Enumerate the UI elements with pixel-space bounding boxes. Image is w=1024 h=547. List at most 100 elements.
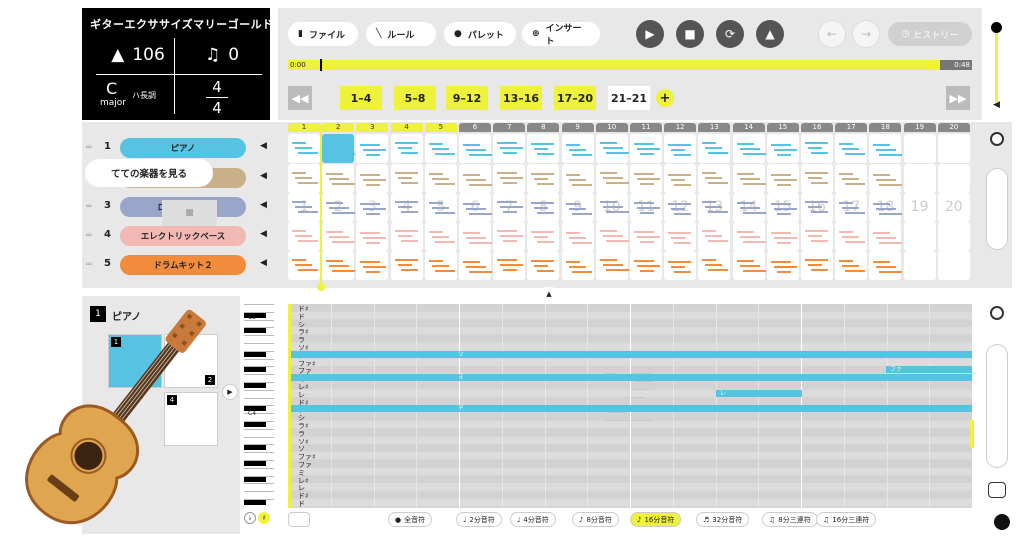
measure-cell[interactable] xyxy=(766,251,799,280)
duration-button[interactable]: ♩ 4分音符 xyxy=(510,512,556,527)
drag-handle-icon[interactable]: ═ xyxy=(86,231,96,241)
piano-keys-icon[interactable] xyxy=(288,512,310,527)
duration-button[interactable]: ♬ 32分音符 xyxy=(696,512,750,527)
measure-cell[interactable] xyxy=(390,222,423,251)
measure-cell[interactable] xyxy=(766,134,799,163)
palette-button[interactable]: ● パレット xyxy=(444,22,516,46)
measure-cell[interactable] xyxy=(903,222,936,251)
measure-cell[interactable] xyxy=(801,134,833,163)
range-next-button[interactable]: ▶▶ xyxy=(946,86,970,110)
measure-cell[interactable] xyxy=(561,134,594,163)
measure-cell[interactable] xyxy=(322,222,356,251)
measure-cell[interactable] xyxy=(801,222,833,251)
measure-tab-9[interactable]: 9 xyxy=(561,123,594,132)
measure-tab-3[interactable]: 3 xyxy=(356,123,389,132)
duration-button[interactable]: ♫ 16分三連符 xyxy=(816,512,877,527)
measure-cell[interactable] xyxy=(322,251,356,280)
playhead-knob[interactable] xyxy=(317,283,325,291)
measure-cell[interactable]: 1 xyxy=(288,193,320,222)
measure-cell[interactable] xyxy=(595,251,629,280)
measure-cell[interactable] xyxy=(459,222,492,251)
measure-cell[interactable] xyxy=(356,251,389,280)
measure-cell[interactable]: 19 xyxy=(903,193,936,222)
speaker-icon[interactable]: ◀ xyxy=(260,200,267,210)
roll-note[interactable]: ファ xyxy=(886,366,972,374)
measure-cell[interactable] xyxy=(732,251,766,280)
measure-cell[interactable]: 9 xyxy=(561,193,594,222)
measure-tab-7[interactable]: 7 xyxy=(493,123,526,132)
range-button[interactable]: 5–8 xyxy=(394,86,436,110)
vertical-scrollbar[interactable] xyxy=(986,168,1008,250)
measure-cell[interactable] xyxy=(664,134,697,163)
sharp-icon[interactable]: ♯ xyxy=(258,512,271,524)
black-key[interactable] xyxy=(244,461,266,466)
measure-cell[interactable] xyxy=(630,134,662,163)
measure-cell[interactable]: 20 xyxy=(937,193,970,222)
measure-cell[interactable] xyxy=(664,164,697,193)
measure-cell[interactable] xyxy=(424,222,457,251)
measure-cell[interactable] xyxy=(493,134,526,163)
black-key[interactable] xyxy=(244,383,266,388)
measure-cell[interactable] xyxy=(459,164,492,193)
roll-playhead[interactable] xyxy=(288,304,291,508)
measure-cell[interactable] xyxy=(561,251,594,280)
measure-cell[interactable] xyxy=(835,164,868,193)
view-toggle-button[interactable]: ■ xyxy=(162,200,217,226)
measure-cell[interactable] xyxy=(801,251,833,280)
range-button[interactable]: 1–4 xyxy=(340,86,382,110)
measure-cell[interactable]: 10 xyxy=(595,193,629,222)
measure-cell[interactable] xyxy=(903,251,936,280)
measure-tab-8[interactable]: 8 xyxy=(527,123,560,132)
measure-cell[interactable] xyxy=(424,251,457,280)
timeline-cursor[interactable] xyxy=(320,59,322,71)
measure-cell[interactable]: 6 xyxy=(459,193,492,222)
duration-button[interactable]: ♫ 8分三連符 xyxy=(762,512,818,527)
measure-cell[interactable] xyxy=(390,164,423,193)
measure-tab-15[interactable]: 15 xyxy=(766,123,799,132)
measure-cell[interactable] xyxy=(356,134,389,163)
loop-button[interactable]: ⟳ xyxy=(716,20,744,48)
measure-cell[interactable]: 17 xyxy=(835,193,868,222)
measure-cell[interactable] xyxy=(288,134,320,163)
playhead[interactable] xyxy=(320,124,322,288)
measure-cell[interactable]: 7 xyxy=(493,193,526,222)
measure-tab-2[interactable]: 2 xyxy=(322,123,355,132)
measure-cell[interactable] xyxy=(766,164,799,193)
measure-cell[interactable] xyxy=(459,251,492,280)
range-prev-button[interactable]: ◀◀ xyxy=(288,86,312,110)
measure-cell[interactable] xyxy=(903,164,936,193)
measure-cell[interactable] xyxy=(869,251,903,280)
measure-cell[interactable] xyxy=(356,222,389,251)
track-name[interactable]: ドラムキット２ xyxy=(120,255,246,275)
song-title[interactable]: ギターエクササイズマリーゴールド xyxy=(90,16,274,32)
key-display[interactable]: C major ハ長調 xyxy=(94,80,172,116)
zoom-in-icon[interactable] xyxy=(990,306,1004,320)
speaker-icon[interactable]: ◀ xyxy=(260,258,267,268)
measure-tab-12[interactable]: 12 xyxy=(664,123,697,132)
tempo-display[interactable]: ▲ 106 xyxy=(98,38,178,72)
measure-tab-4[interactable]: 4 xyxy=(390,123,423,132)
track-name[interactable]: エレクトリックベース xyxy=(120,226,246,246)
measure-cell[interactable] xyxy=(527,222,560,251)
range-button[interactable]: 17–20 xyxy=(554,86,596,110)
measure-cell[interactable] xyxy=(766,222,799,251)
time-signature[interactable]: 4 4 xyxy=(202,78,232,117)
roll-note[interactable]: ミ xyxy=(288,374,972,382)
drag-handle-icon[interactable]: ═ xyxy=(86,143,96,153)
measure-cell[interactable] xyxy=(835,222,868,251)
see-all-instruments-button[interactable]: てての楽器を見る xyxy=(85,159,213,187)
measure-tab-1[interactable]: 1 xyxy=(288,123,320,132)
measure-cell[interactable]: 11 xyxy=(630,193,662,222)
help-book-icon[interactable] xyxy=(994,514,1010,530)
measure-cell[interactable] xyxy=(937,164,970,193)
duration-button[interactable]: ● 全音符 xyxy=(388,512,433,527)
measure-cell[interactable] xyxy=(527,164,560,193)
undo-button[interactable]: ← xyxy=(818,20,846,48)
measure-cell[interactable] xyxy=(390,251,423,280)
measure-cell[interactable] xyxy=(698,222,731,251)
measure-tab-5[interactable]: 5 xyxy=(424,123,457,132)
measure-cell[interactable]: 8 xyxy=(527,193,560,222)
flat-icon[interactable]: ♭ xyxy=(244,512,256,524)
black-key[interactable] xyxy=(244,328,266,334)
file-button[interactable]: ▮ ファイル xyxy=(288,22,358,46)
